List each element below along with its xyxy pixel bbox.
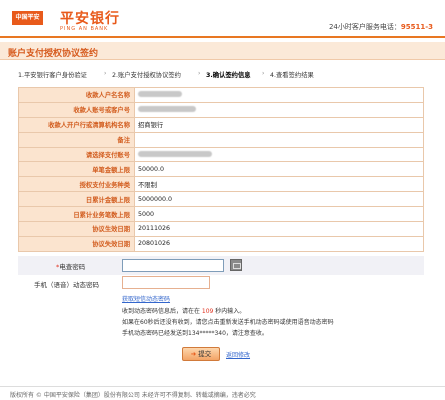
- table-row: 收款人账号或客户号: [18, 101, 424, 118]
- row-label: 协议生效日期: [18, 221, 135, 237]
- row-label: 单笔金额上限: [18, 161, 135, 178]
- otp-input[interactable]: [122, 276, 210, 289]
- hotline-number: 95511-3: [400, 23, 433, 31]
- row-value: 20111026: [134, 221, 424, 237]
- resend-note: 如果在60秒后还没有收到，请您点击重新发送手机动态密码或使用语音动态密码: [122, 319, 334, 326]
- header: 中国平安 平安银行 PING AN BANK 24小时客户服务电话：95511-…: [0, 0, 445, 38]
- row-value: 5000: [134, 206, 424, 223]
- masked-value: [138, 106, 196, 113]
- footer-divider: [0, 386, 445, 387]
- otp-sent-note: 手机动态密码已经发送到134*****340，请注意查收。: [122, 330, 268, 337]
- bank-logo-text: 平安银行: [60, 11, 120, 27]
- table-row: 请选择支付账号: [18, 146, 424, 163]
- row-value: [134, 131, 424, 148]
- row-label: 日累计金额上限: [18, 191, 135, 208]
- title-bar: 账户支付授权协议签约: [0, 42, 445, 60]
- footer-copyright: 版权所有 © 中国平安保险（集团）股份有限公司 未经许可不得复制、转载或摘编，违…: [10, 392, 256, 399]
- get-sms-otp-link[interactable]: 获取短信动态密码: [122, 294, 170, 303]
- step-separator-icon: ›: [262, 70, 265, 77]
- row-value: 招商银行: [134, 116, 424, 133]
- row-value: [134, 146, 424, 163]
- step-1: 1.平安银行客户身份验证: [18, 72, 87, 79]
- back-modify-link[interactable]: 返回修改: [226, 350, 250, 359]
- step-3-active: 3.确认签约信息: [206, 72, 251, 79]
- otp-label: 手机（语音）动态密码: [34, 281, 99, 289]
- table-row: 备注: [18, 131, 424, 148]
- otp-countdown: 109: [201, 308, 214, 315]
- row-value: 20801026: [134, 235, 424, 252]
- table-row: 协议生效日期 20111026: [18, 221, 424, 237]
- table-row: 日累计业务笔数上限 5000: [18, 206, 424, 223]
- table-row: 收款人户名名称: [18, 87, 424, 103]
- row-label: 授权支付业务种类: [18, 176, 135, 193]
- bank-logo-english: PING AN BANK: [60, 26, 109, 32]
- otp-timer-note: 收到动态密码信息后，请在在 109 秒内输入。: [122, 308, 246, 315]
- hotline: 24小时客户服务电话：95511-3: [329, 22, 433, 32]
- step-2: 2.账户支付授权协议签约: [112, 72, 181, 79]
- row-label: 收款人户名名称: [18, 87, 135, 103]
- row-value: 5000000.0: [134, 191, 424, 208]
- table-row: 单笔金额上限 50000.0: [18, 161, 424, 178]
- row-label: 请选择支付账号: [18, 146, 135, 163]
- submit-button[interactable]: ➜ 提交: [182, 347, 220, 361]
- query-password-input[interactable]: [122, 259, 224, 272]
- row-label: 日累计业务笔数上限: [18, 206, 135, 223]
- table-row: 日累计金额上限 5000000.0: [18, 191, 424, 208]
- table-row: 授权支付业务种类 不限制: [18, 176, 424, 193]
- step-separator-icon: ›: [198, 70, 201, 77]
- arrow-right-icon: ➜: [190, 350, 197, 358]
- row-label: 备注: [18, 131, 135, 148]
- step-4: 4.查看签约结果: [270, 72, 314, 79]
- agreement-info-table: 收款人户名名称 收款人账号或客户号 收款人开户行或清算机构名称 招商银行 备注 请选择支付…: [18, 87, 424, 252]
- page-title: 账户支付授权协议签约: [8, 49, 99, 59]
- hotline-label: 24小时客户服务电话：: [328, 23, 401, 31]
- row-label: 协议失效日期: [18, 235, 135, 252]
- row-label: 收款人账号或客户号: [18, 101, 135, 118]
- password-row: *电查密码: [18, 256, 424, 275]
- step-indicator: 1.平安银行客户身份验证 › 2.账户支付授权协议签约 › 3.确认签约信息 ›…: [18, 70, 428, 82]
- step-separator-icon: ›: [104, 70, 107, 77]
- password-label: *电查密码: [56, 263, 86, 271]
- row-value: [134, 101, 424, 118]
- row-label: 收款人开户行或清算机构名称: [18, 116, 135, 133]
- ping-an-badge-logo: 中国平安: [12, 11, 43, 25]
- table-row: 收款人开户行或清算机构名称 招商银行: [18, 116, 424, 133]
- row-value: 不限制: [134, 176, 424, 193]
- masked-value: [138, 151, 212, 157]
- table-row: 协议失效日期 20801026: [18, 235, 424, 252]
- row-value: 50000.0: [134, 161, 424, 178]
- row-value: [134, 87, 424, 103]
- masked-value: [138, 91, 182, 98]
- keyboard-icon[interactable]: [230, 259, 242, 271]
